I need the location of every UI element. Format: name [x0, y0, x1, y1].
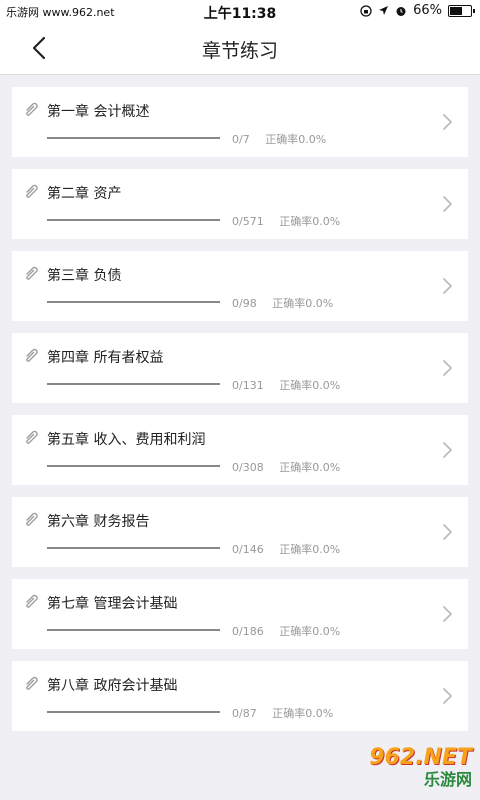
accuracy-rate: 正确率0.0%: [265, 133, 327, 146]
battery-fill: [450, 6, 462, 15]
page-title: 章节练习: [201, 40, 278, 62]
paperclip-icon: [26, 676, 38, 690]
question-count: 0/7: [232, 133, 250, 146]
location-icon: [379, 6, 389, 15]
question-count: 0/131: [232, 379, 264, 392]
accuracy-rate: 正确率0.0%: [279, 543, 341, 556]
progress-bar: [47, 629, 220, 631]
chapter-row[interactable]: 第四章 所有者权益 0/131 正确率0.0%: [12, 333, 468, 403]
chapter-title: 第六章 财务报告: [47, 514, 150, 530]
chevron-right-icon: [443, 606, 452, 622]
chapter-row[interactable]: 第二章 资产 0/571 正确率0.0%: [12, 169, 468, 239]
alarm-icon: [396, 6, 406, 16]
paperclip-icon: [26, 430, 38, 444]
chevron-right-icon: [443, 524, 452, 540]
chapter-row[interactable]: 第六章 财务报告 0/146 正确率0.0%: [12, 497, 468, 567]
nav-bar: 章节练习: [0, 24, 480, 75]
chapter-stats: 0/571 正确率0.0%: [232, 213, 340, 229]
paperclip-icon: [26, 266, 38, 280]
chevron-right-icon: [443, 360, 452, 376]
question-count: 0/571: [232, 215, 264, 228]
progress-bar: [47, 301, 220, 303]
chapter-stats: 0/186 正确率0.0%: [232, 623, 340, 639]
question-count: 0/98: [232, 297, 257, 310]
chapter-row[interactable]: 第七章 管理会计基础 0/186 正确率0.0%: [12, 579, 468, 649]
chapter-title: 第八章 政府会计基础: [47, 678, 178, 694]
chevron-right-icon: [443, 196, 452, 212]
chapter-row[interactable]: 第五章 收入、费用和利润 0/308 正确率0.0%: [12, 415, 468, 485]
accuracy-rate: 正确率0.0%: [279, 625, 341, 638]
paperclip-icon: [26, 594, 38, 608]
chapter-title: 第七章 管理会计基础: [47, 596, 178, 612]
progress-bar: [47, 547, 220, 549]
accuracy-rate: 正确率0.0%: [272, 297, 334, 310]
status-right: 66%: [360, 3, 475, 18]
chapter-title: 第一章 会计概述: [47, 104, 150, 120]
chapter-title: 第三章 负债: [47, 268, 122, 284]
question-count: 0/308: [232, 461, 264, 474]
battery-icon: [448, 4, 475, 17]
question-count: 0/146: [232, 543, 264, 556]
paperclip-icon: [26, 348, 38, 362]
chapter-title: 第二章 资产: [47, 186, 122, 202]
chapter-stats: 0/98 正确率0.0%: [232, 295, 333, 311]
chapter-row[interactable]: 第八章 政府会计基础 0/87 正确率0.0%: [12, 661, 468, 731]
accuracy-rate: 正确率0.0%: [279, 379, 341, 392]
progress-bar: [47, 465, 220, 467]
chapter-title: 第五章 收入、费用和利润: [47, 432, 206, 448]
chevron-right-icon: [443, 688, 452, 704]
chapter-stats: 0/131 正确率0.0%: [232, 377, 340, 393]
chapter-row[interactable]: 第三章 负债 0/98 正确率0.0%: [12, 251, 468, 321]
accuracy-rate: 正确率0.0%: [279, 461, 341, 474]
chapter-title: 第四章 所有者权益: [47, 350, 164, 366]
chapter-stats: 0/308 正确率0.0%: [232, 459, 340, 475]
battery-percent: 66%: [413, 3, 442, 18]
chevron-right-icon: [443, 114, 452, 130]
chevron-right-icon: [443, 278, 452, 294]
question-count: 0/87: [232, 707, 257, 720]
chapter-stats: 0/7 正确率0.0%: [232, 131, 326, 147]
question-count: 0/186: [232, 625, 264, 638]
chapter-stats: 0/146 正确率0.0%: [232, 541, 340, 557]
rotation-lock-icon: [360, 4, 372, 17]
accuracy-rate: 正确率0.0%: [279, 215, 341, 228]
watermark-logo: 962.NET 乐游网: [344, 746, 472, 794]
watermark-bottom: 乐游网: [423, 770, 472, 789]
paperclip-icon: [26, 102, 38, 116]
progress-bar: [47, 711, 220, 713]
progress-bar: [47, 219, 220, 221]
chapter-list: 第一章 会计概述 0/7 正确率0.0% 第二章 资产 0/571 正确率0.0…: [0, 75, 480, 731]
accuracy-rate: 正确率0.0%: [272, 707, 334, 720]
watermark-top: 962.NET: [369, 745, 472, 770]
chapter-row[interactable]: 第一章 会计概述 0/7 正确率0.0%: [12, 87, 468, 157]
paperclip-icon: [26, 512, 38, 526]
paperclip-icon: [26, 184, 38, 198]
status-bar: 乐游网 www.962.net 上午11:38 66%: [0, 0, 480, 24]
chapter-stats: 0/87 正确率0.0%: [232, 705, 333, 721]
progress-bar: [47, 137, 220, 139]
progress-bar: [47, 383, 220, 385]
chevron-right-icon: [443, 442, 452, 458]
